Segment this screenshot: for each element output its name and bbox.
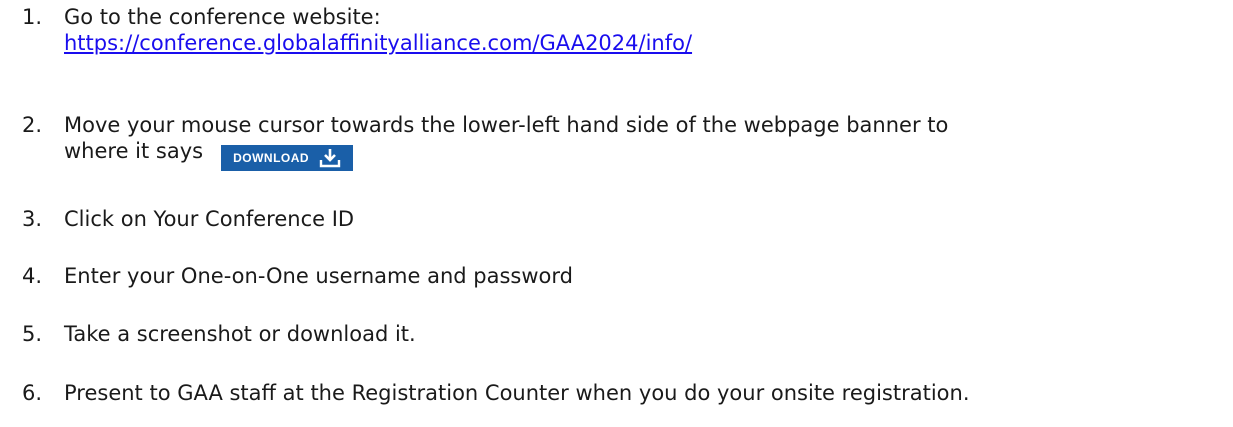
conference-website-link[interactable]: https://conference.globalaffinityallianc… [64,31,692,55]
step-number: 1. [22,5,43,29]
step-number: 2. [22,113,43,137]
step-text: Enter your One-on-One username and passw… [64,264,573,288]
download-button[interactable]: DOWNLOAD [221,145,354,171]
step-text: Present to GAA staff at the Registration… [64,381,970,405]
step-5: 5. Take a screenshot or download it. [22,321,1225,347]
step-text: Move your mouse cursor towards the lower… [64,113,949,137]
step-text-continued: where it says [64,139,204,163]
step-number: 4. [22,264,43,288]
step-number: 6. [22,381,43,405]
download-button-label: DOWNLOAD [233,151,310,165]
download-icon [319,149,341,168]
step-number: 5. [22,322,43,346]
step-text: Take a screenshot or download it. [64,322,416,346]
step-text: Go to the conference website: [64,5,381,29]
step-6: 6. Present to GAA staff at the Registrati… [22,380,1225,406]
step-number: 3. [22,207,43,231]
step-2: 2. Move your mouse cursor towards the low… [22,112,1225,171]
step-1: 1. Go to the conference website: https://… [22,4,1225,56]
step-4: 4. Enter your One-on-One username and pas… [22,263,1225,289]
step-text: Click on Your Conference ID [64,207,355,231]
step-3: 3. Click on Your Conference ID [22,206,1225,232]
